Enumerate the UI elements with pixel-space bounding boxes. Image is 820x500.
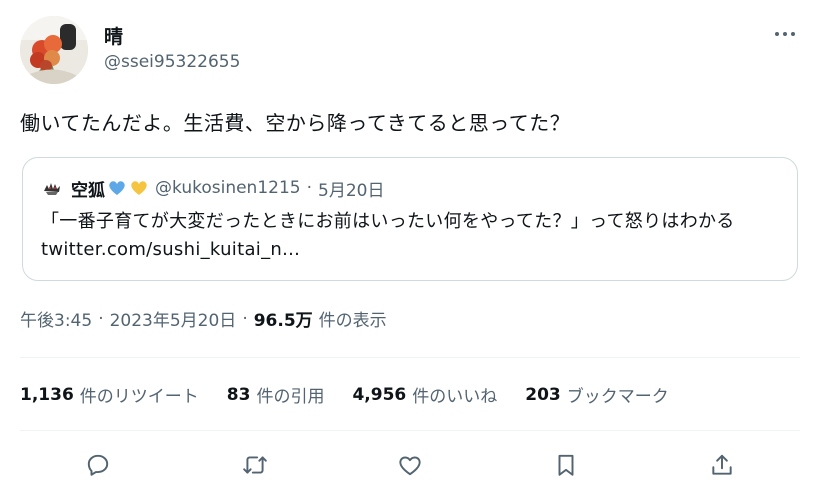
retweet-label: 件のリツイート <box>79 387 199 407</box>
like-button[interactable] <box>393 448 427 482</box>
quote-date: 5月20日 <box>318 180 385 201</box>
retweets-stat[interactable]: 1,136 件のリツイート <box>20 382 199 408</box>
like-label: 件のいいね <box>412 387 498 407</box>
quote-count: 83 <box>226 384 251 405</box>
share-icon <box>712 454 732 475</box>
quotes-stat[interactable]: 83 件の引用 <box>226 382 325 408</box>
avatar[interactable] <box>20 16 88 84</box>
blue-heart-icon <box>109 181 125 195</box>
tweet-meta: 午後3:45 · 2023年5月20日 · 96.5万 件の表示 <box>20 306 387 332</box>
tweet-time[interactable]: 午後3:45 <box>20 306 92 331</box>
retweet-count: 1,136 <box>20 384 74 405</box>
bookmark-label: ブックマーク <box>566 387 669 407</box>
divider <box>20 430 800 431</box>
quoted-tweet[interactable]: 空狐 @kukosinen1215 · 5月20日 「一番子育てが大変だったとき… <box>22 157 798 281</box>
dot-icon <box>783 32 787 36</box>
bookmark-button[interactable] <box>549 448 583 482</box>
display-name[interactable]: 晴 <box>104 22 123 49</box>
bookmarks-stat[interactable]: 203 ブックマーク <box>525 382 669 408</box>
quote-header: 空狐 @kukosinen1215 · 5月20日 <box>41 176 385 201</box>
view-label: 件の表示 <box>318 311 387 331</box>
divider <box>20 357 800 358</box>
action-bar <box>20 440 800 488</box>
engagement-stats: 1,136 件のリツイート 83 件の引用 4,956 件のいいね 203 ブッ… <box>20 382 697 408</box>
more-options-button[interactable] <box>770 24 800 44</box>
separator: · <box>98 308 104 329</box>
reply-button[interactable] <box>81 448 115 482</box>
quote-text: 「一番子育てが大変だったときにお前はいったい何をやってた？」って怒りはわかる t… <box>41 208 783 264</box>
quote-name-emojis <box>107 178 149 198</box>
dot-icon <box>791 32 795 36</box>
like-count: 4,956 <box>352 384 407 405</box>
tweet-date[interactable]: 2023年5月20日 <box>110 306 237 331</box>
quote-body: 「一番子育てが大変だったときにお前はいったい何をやってた？」って怒りはわかる <box>41 211 735 232</box>
quote-author-name: 空狐 <box>71 180 105 201</box>
retweet-button[interactable] <box>238 448 272 482</box>
yellow-heart-icon <box>131 181 147 195</box>
tweet-text: 働いてたんだよ。生活費、空から降ってきてると思ってた？ <box>20 111 571 135</box>
tweet-header: 晴 @ssei95322655 <box>20 16 800 84</box>
separator: · <box>306 178 312 198</box>
like-icon <box>399 456 421 476</box>
quote-avatar <box>41 177 63 199</box>
dot-icon <box>775 32 779 36</box>
share-button[interactable] <box>705 448 739 482</box>
view-count: 96.5万 <box>253 311 313 331</box>
bookmark-icon <box>558 454 574 476</box>
likes-stat[interactable]: 4,956 件のいいね <box>352 382 498 408</box>
quote-label: 件の引用 <box>256 387 325 407</box>
reply-icon <box>87 454 109 476</box>
handle[interactable]: @ssei95322655 <box>104 52 240 72</box>
retweet-icon <box>243 456 267 474</box>
quote-handle: @kukosinen1215 <box>155 178 301 198</box>
bookmark-count: 203 <box>525 384 561 405</box>
quote-link[interactable]: twitter.com/sushi_kuitai_n... <box>41 239 300 260</box>
separator: · <box>242 308 248 329</box>
